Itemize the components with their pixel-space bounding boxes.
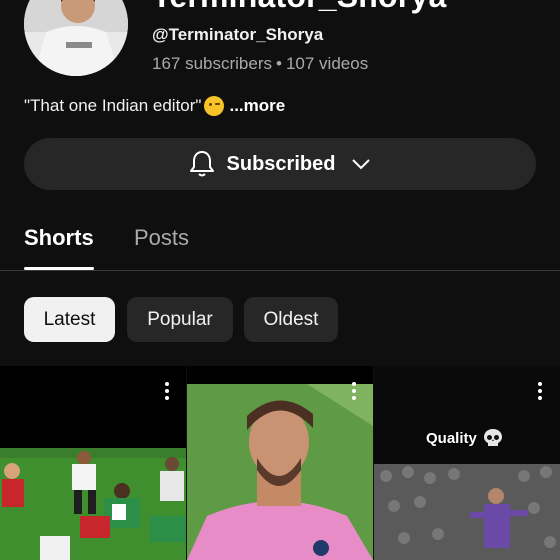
short-thumbnail[interactable] [0,366,186,560]
bell-icon [189,151,214,177]
tab-shorts[interactable]: Shorts [24,225,94,251]
chip-popular[interactable]: Popular [127,297,233,342]
short-thumbnail[interactable]: Quality [374,366,560,560]
short-thumbnail[interactable] [187,366,373,560]
chevron-down-icon [352,159,371,170]
channel-bio[interactable]: "That one Indian editor" ...more [24,96,285,116]
channel-handle: @Terminator_Shorya [152,25,324,44]
more-link[interactable]: ...more [229,96,285,116]
tabs-divider [0,270,560,271]
winking-face-emoji-icon [204,96,225,116]
skull-icon [483,429,502,446]
subscribed-label: Subscribed [226,152,336,175]
chip-oldest[interactable]: Oldest [244,297,338,342]
stats-separator: • [276,54,282,73]
chip-latest[interactable]: Latest [24,297,115,342]
short-image [374,366,560,560]
avatar-image: #7 [24,0,128,76]
short-caption: Quality [426,428,503,448]
caption-text: Quality [426,429,477,447]
tab-posts[interactable]: Posts [134,225,189,251]
channel-stats: 167 subscribers • 107 videos [152,54,368,74]
short-image [187,366,373,560]
more-vert-icon[interactable] [164,382,170,402]
short-image [0,366,186,560]
more-vert-icon[interactable] [351,382,357,402]
channel-avatar[interactable]: #7 [24,0,128,76]
more-vert-icon[interactable] [537,382,543,402]
channel-name: Terminator_Shorya [152,0,446,15]
video-count: 107 videos [285,54,369,73]
subscriber-count: 167 subscribers [152,54,273,73]
bio-text: "That one Indian editor" [24,96,202,115]
subscribed-button[interactable]: Subscribed [24,138,536,190]
